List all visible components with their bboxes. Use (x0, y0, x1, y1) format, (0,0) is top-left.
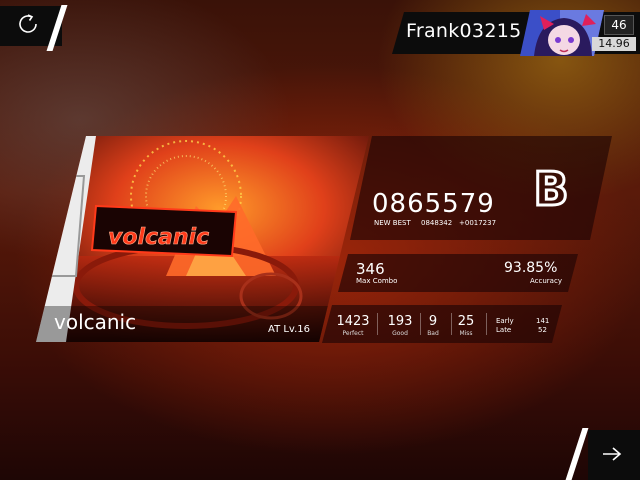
difficulty-level: AT Lv.16 (268, 324, 310, 335)
early-label: Early (496, 317, 514, 325)
new-best-label: NEW BEST (374, 219, 411, 227)
score-difference: +0017237 (459, 219, 497, 227)
rks-badge: 14.96 (592, 37, 636, 51)
perfect-label: Perfect (342, 330, 364, 337)
player-name: Frank03215 (406, 20, 522, 42)
retry-icon[interactable] (16, 12, 40, 36)
early-count: 141 (536, 317, 550, 325)
miss-label: Miss (459, 330, 473, 337)
divider-slash (565, 428, 589, 480)
max-combo-label: Max Combo (356, 277, 398, 285)
song-name: volcanic (54, 310, 137, 334)
grade-letter: B (533, 165, 568, 211)
miss-count: 25 (457, 314, 475, 329)
level-badge: 46 (604, 15, 634, 35)
accuracy-label: Accuracy (530, 277, 562, 285)
judgement-separator (377, 313, 378, 335)
score-value: 0865579 (372, 189, 495, 219)
judgement-separator (486, 313, 487, 335)
grade-badge: B (532, 165, 570, 211)
jacket-logo: volcanic (108, 225, 209, 250)
late-count: 52 (538, 326, 547, 334)
accuracy-value: 93.85% (504, 260, 558, 276)
late-label: Late (496, 326, 512, 334)
previous-best-score: 0848342 (421, 219, 453, 227)
arrow-right-icon[interactable] (601, 446, 623, 462)
max-combo-value: 346 (356, 260, 385, 278)
perfect-count: 1423 (336, 314, 370, 329)
